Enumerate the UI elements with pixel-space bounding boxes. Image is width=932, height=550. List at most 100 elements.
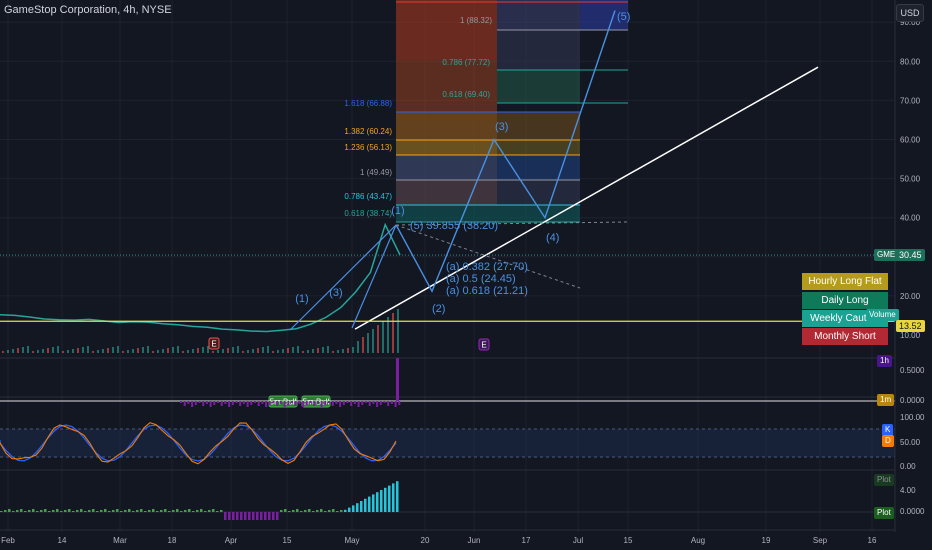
volume-bar	[272, 351, 274, 353]
momentum-bar	[44, 509, 47, 512]
volume-bar	[267, 346, 269, 353]
signal-hourly: Hourly Long Flat	[802, 273, 888, 290]
oscillator-bar	[279, 401, 282, 404]
volume-bar	[117, 346, 119, 353]
fib-zone	[396, 60, 497, 112]
volume-bar	[172, 347, 174, 353]
momentum-bar	[208, 510, 211, 512]
oscillator-bar	[298, 401, 301, 404]
momentum-bar	[60, 511, 63, 512]
wave-label: (2)	[432, 303, 445, 315]
momentum-bar	[360, 501, 363, 512]
volume-bar	[132, 349, 134, 353]
time-tick: 19	[762, 536, 771, 545]
momentum-bar	[64, 510, 67, 512]
time-tick: 15	[624, 536, 633, 545]
momentum-bar	[356, 503, 359, 512]
volume-bar	[247, 350, 249, 353]
time-tick: 20	[421, 536, 430, 545]
volume-label: Volume	[866, 309, 899, 321]
fib-zone	[497, 30, 580, 70]
momentum-bar	[92, 509, 95, 512]
volume-bar	[312, 349, 314, 353]
time-tick: 16	[868, 536, 877, 545]
volume-bar	[277, 350, 279, 353]
momentum-bar	[40, 510, 43, 512]
momentum-bar	[116, 509, 119, 512]
volume-bar	[67, 350, 69, 353]
volume-bar	[367, 333, 369, 353]
chart-stage[interactable]: 1 (88.32) 0.786 (77.72) 0.618 (69.40) 1.618…	[0, 0, 932, 550]
oscillator-bar	[224, 401, 227, 404]
momentum-bar	[288, 511, 291, 512]
oscillator-bar	[246, 401, 249, 407]
momentum-bar	[80, 509, 83, 512]
volume-bar	[297, 346, 299, 353]
price-label-line: 13.52	[896, 320, 925, 332]
volume-bar	[77, 348, 79, 353]
momentum-bar	[168, 511, 171, 512]
fib-extension-tool[interactable]: 1 (88.32) 0.786 (77.72) 0.618 (69.40) 1.618…	[344, 0, 628, 223]
oscillator-bar	[376, 401, 379, 407]
time-tick: Jul	[573, 536, 583, 545]
volume-bar	[372, 329, 374, 353]
volume-bar	[22, 347, 24, 353]
oscillator-bar	[328, 401, 330, 403]
momentum-bar	[12, 511, 15, 512]
momentum-bar	[396, 481, 399, 512]
momentum-bar	[100, 510, 103, 512]
momentum-bar	[252, 512, 255, 520]
volume-bar	[7, 350, 9, 353]
fib-level-label: 1.618 (66.88)	[344, 99, 392, 108]
price-chart[interactable]: 1 (88.32) 0.786 (77.72) 0.618 (69.40) 1.618…	[0, 0, 932, 550]
price-tick: 20.00	[900, 292, 921, 301]
fib-level-label: 0.786 (77.72)	[442, 58, 490, 67]
momentum-bar	[152, 509, 155, 512]
oscillator-bar	[309, 401, 312, 403]
volume-bar	[332, 351, 334, 353]
momentum-bar	[336, 511, 339, 512]
volume-bar	[57, 346, 59, 353]
oscillator-bar	[242, 401, 245, 404]
stoch-d-tag: D	[882, 435, 894, 447]
oscillator-bar	[250, 401, 253, 405]
oscillator-tick: 0.5000	[900, 366, 925, 375]
volume-bar	[377, 325, 379, 353]
price-label-current: 30.45	[896, 249, 925, 261]
momentum-bar	[140, 509, 143, 512]
wave-label: (5) 39.855 (38.20)	[410, 220, 498, 232]
time-tick: May	[344, 536, 359, 545]
wave-label: (1)	[391, 205, 404, 217]
oscillator-tag-2: 1m	[877, 394, 895, 406]
momentum-bar	[52, 510, 55, 512]
wave-label: (1)	[295, 293, 308, 305]
momentum-bar	[188, 509, 191, 512]
oscillator-bar	[217, 401, 219, 403]
momentum-bar	[56, 509, 59, 512]
oscillator-bar	[198, 401, 201, 403]
volume-bar	[147, 346, 149, 353]
momentum-bar	[132, 511, 135, 512]
price-tick: 10.00	[900, 331, 921, 340]
momentum-bar	[72, 511, 75, 512]
oscillator-bar	[276, 401, 279, 406]
momentum-bar	[340, 510, 343, 512]
oscillator-bar	[398, 401, 401, 405]
oscillator-bar	[361, 401, 364, 405]
volume-bar	[347, 348, 349, 353]
volume-bar	[62, 351, 64, 353]
oscillator-bar	[331, 401, 334, 406]
oscillator-bar	[365, 401, 367, 403]
oscillator-bar	[220, 401, 223, 406]
currency-button[interactable]: USD	[896, 4, 924, 22]
oscillator-bar	[191, 401, 194, 407]
momentum-bar	[48, 511, 51, 512]
momentum-bar	[32, 509, 35, 512]
momentum-bar	[76, 510, 79, 512]
time-tick: Jun	[468, 536, 481, 545]
oscillator-bar	[291, 401, 293, 403]
volume-bar	[382, 321, 384, 353]
momentum-bar	[88, 510, 91, 512]
price-tick: 60.00	[900, 136, 921, 145]
oscillator-bar	[342, 401, 345, 405]
